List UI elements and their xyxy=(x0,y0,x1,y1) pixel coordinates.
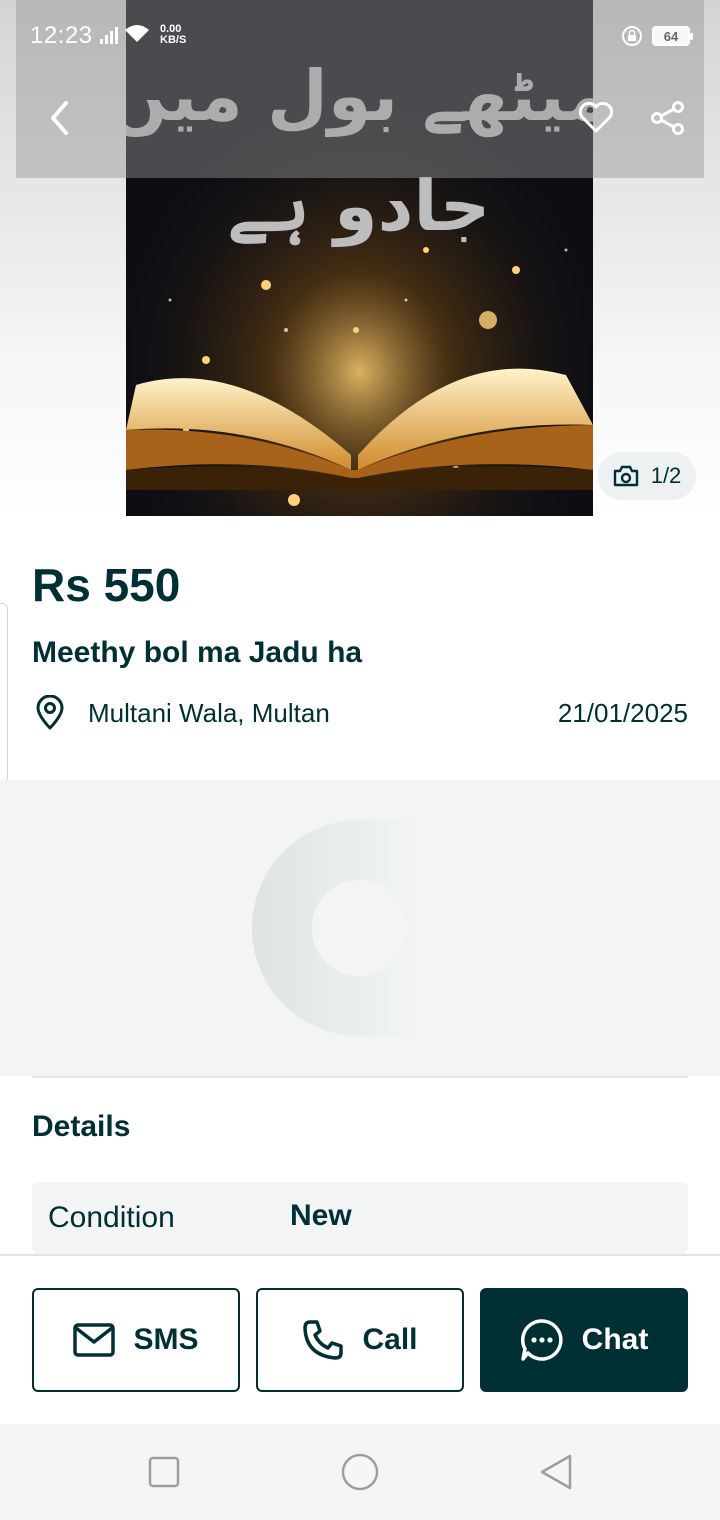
sms-button-label: SMS xyxy=(133,1323,199,1356)
details-heading: Details xyxy=(32,1110,131,1143)
camera-icon xyxy=(613,465,638,487)
status-right-icons: 64 xyxy=(620,24,693,48)
circle-icon xyxy=(341,1453,379,1491)
status-time: 12:23 xyxy=(30,22,93,49)
heart-icon xyxy=(578,102,614,133)
phone-icon xyxy=(303,1320,344,1360)
network-speed: 0.00 KB/S xyxy=(160,24,186,46)
location-pin-icon xyxy=(36,695,64,730)
chat-button-label: Chat xyxy=(581,1323,649,1356)
wifi-icon xyxy=(125,25,149,42)
sms-button[interactable]: SMS xyxy=(32,1288,240,1392)
battery-icon: 64 xyxy=(652,26,693,46)
chat-bubble-icon xyxy=(520,1319,563,1361)
square-icon xyxy=(148,1456,180,1488)
map-placeholder[interactable] xyxy=(0,780,720,1076)
detail-value: New xyxy=(290,1199,352,1232)
listing-date: 21/01/2025 xyxy=(557,697,688,728)
location-row: Multani Wala, Multan 21/01/2025 xyxy=(32,690,688,736)
share-button[interactable] xyxy=(640,90,696,146)
detail-row-condition: Condition New xyxy=(32,1182,688,1254)
listing-location: Multani Wala, Multan xyxy=(88,697,330,728)
system-back-button[interactable] xyxy=(536,1452,576,1492)
photo-counter-badge[interactable]: 1/2 xyxy=(598,452,696,500)
contact-action-bar: SMS Call Chat xyxy=(0,1254,720,1424)
section-divider xyxy=(32,1076,688,1078)
listing-image-gallery[interactable]: میٹھے بول میں جادو ہے 12:23 0.00 KB/S 64 xyxy=(0,0,720,516)
loading-spinner-icon xyxy=(252,820,420,1036)
home-button[interactable] xyxy=(340,1452,380,1492)
photo-counter-text: 1/2 xyxy=(650,463,682,488)
network-speed-unit: KB/S xyxy=(160,34,187,46)
cell-signal-icon xyxy=(100,24,118,44)
call-button[interactable]: Call xyxy=(256,1288,464,1392)
share-icon xyxy=(651,101,684,135)
side-edge-handle[interactable] xyxy=(0,603,8,783)
chat-button[interactable]: Chat xyxy=(480,1288,688,1392)
recent-apps-button[interactable] xyxy=(144,1452,184,1492)
triangle-back-icon xyxy=(540,1454,572,1490)
listing-price: Rs 550 xyxy=(32,559,181,611)
status-signal xyxy=(100,24,150,44)
mail-icon xyxy=(73,1323,116,1357)
chevron-left-icon xyxy=(51,101,68,135)
call-button-label: Call xyxy=(362,1323,418,1356)
detail-label: Condition xyxy=(48,1201,175,1234)
favorite-button[interactable] xyxy=(568,90,624,146)
back-button[interactable] xyxy=(32,90,88,146)
rotation-lock-icon xyxy=(622,26,642,46)
listing-title: Meethy bol ma Jadu ha xyxy=(32,636,363,669)
system-navigation-bar xyxy=(0,1424,720,1520)
